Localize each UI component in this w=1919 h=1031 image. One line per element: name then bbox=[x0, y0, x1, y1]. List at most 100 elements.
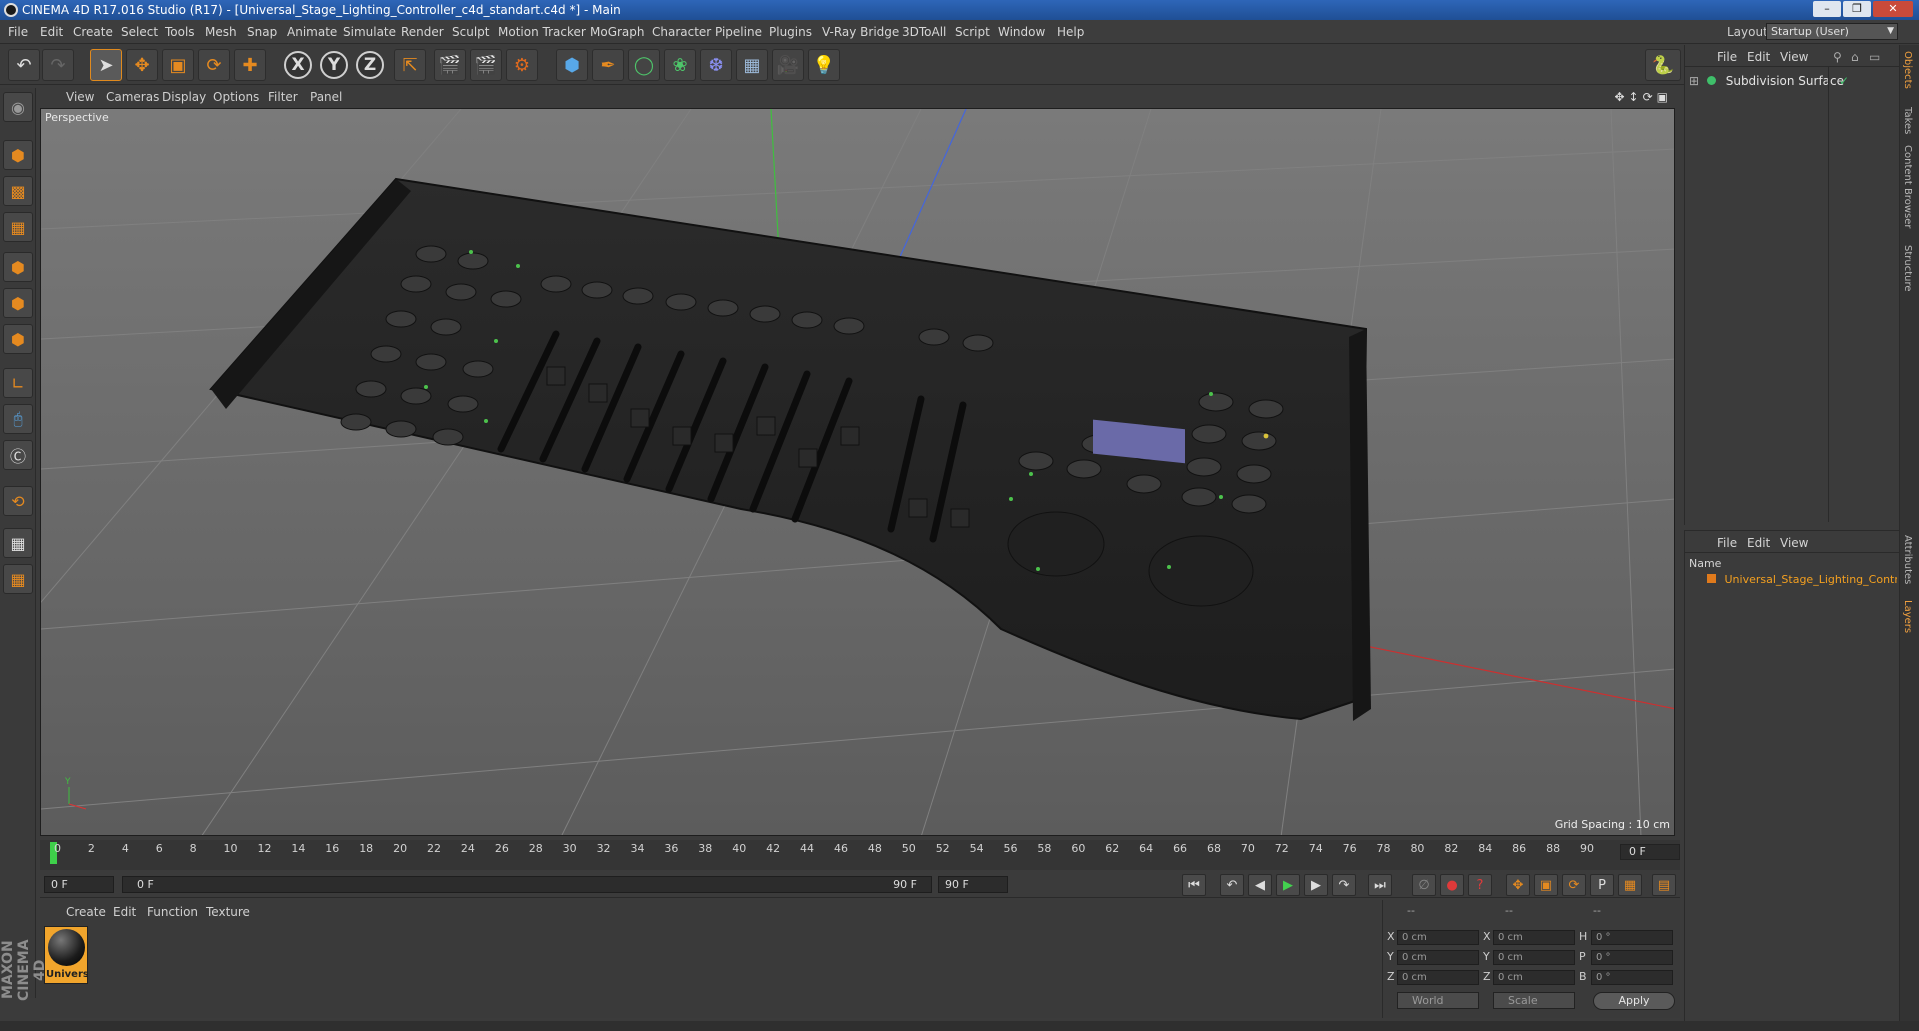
axis-mode-icon[interactable]: ∟ bbox=[3, 368, 33, 398]
move-tool-icon[interactable]: ✥ bbox=[126, 49, 158, 81]
select-tool-icon[interactable]: ➤ bbox=[90, 49, 122, 81]
coord-rotation-p[interactable]: 0 ° bbox=[1591, 950, 1673, 965]
y-axis-lock-icon[interactable]: Y bbox=[320, 51, 348, 79]
menu-select[interactable]: Select bbox=[121, 25, 158, 39]
magnet-icon[interactable]: ⟲ bbox=[3, 486, 33, 516]
coord-size-x[interactable]: 0 cm bbox=[1493, 930, 1575, 945]
subdivision-generator-icon[interactable]: ◯ bbox=[628, 49, 660, 81]
redo-icon[interactable]: ↷ bbox=[42, 49, 74, 81]
timeline-settings-icon[interactable]: ▤ bbox=[1652, 874, 1676, 896]
visibility-check-icon[interactable]: ✓ bbox=[1839, 74, 1849, 88]
menu-animate[interactable]: Animate bbox=[287, 25, 337, 39]
next-frame-icon[interactable]: ▶ bbox=[1304, 874, 1328, 896]
object-menu-view[interactable]: View bbox=[1780, 50, 1808, 64]
layer-row[interactable]: Universal_Stage_Lighting_Controller bbox=[1689, 573, 1897, 589]
coord-rotation-h[interactable]: 0 ° bbox=[1591, 930, 1673, 945]
tab-objects[interactable]: Objects bbox=[1902, 51, 1913, 89]
menu-motion-tracker[interactable]: Motion Tracker bbox=[498, 25, 586, 39]
menu-help[interactable]: Help bbox=[1057, 25, 1084, 39]
coord-position-z[interactable]: 0 cm bbox=[1397, 970, 1479, 985]
points-mode-icon[interactable]: ⬢ bbox=[3, 252, 33, 282]
go-to-start-icon[interactable]: ⏮ bbox=[1182, 874, 1206, 896]
rotate-tool-icon[interactable]: ⟳ bbox=[198, 49, 230, 81]
menu-window[interactable]: Window bbox=[998, 25, 1045, 39]
timeline-ruler[interactable]: 0 2 4 6 8 10 12 14 16 18 20 22 24 26 28 30 32 34 36 38 40 42 4… bbox=[40, 840, 1680, 870]
tab-layers[interactable]: Layers bbox=[1902, 600, 1913, 633]
new-view-icon[interactable]: ▭ bbox=[1869, 50, 1880, 64]
menu-tools[interactable]: Tools bbox=[165, 25, 195, 39]
object-menu-edit[interactable]: Edit bbox=[1747, 50, 1770, 64]
menu-create[interactable]: Create bbox=[73, 25, 113, 39]
menu-snap[interactable]: Snap bbox=[247, 25, 277, 39]
motion-path-icon[interactable]: ∅ bbox=[1412, 874, 1436, 896]
maximize-button[interactable]: ❐ bbox=[1843, 1, 1871, 17]
material-menu-edit[interactable]: Edit bbox=[113, 905, 136, 919]
next-key-icon[interactable]: ↷ bbox=[1332, 874, 1356, 896]
home-icon[interactable]: ⌂ bbox=[1851, 50, 1859, 64]
material-menu-create[interactable]: Create bbox=[66, 905, 106, 919]
coord-position-x[interactable]: 0 cm bbox=[1397, 930, 1479, 945]
previous-key-icon[interactable]: ↶ bbox=[1220, 874, 1244, 896]
mograph-cloner-icon[interactable]: ❀ bbox=[664, 49, 696, 81]
viewport-menu-panel[interactable]: Panel bbox=[310, 90, 342, 104]
material-menu-texture[interactable]: Texture bbox=[206, 905, 250, 919]
spline-pen-icon[interactable]: ✒ bbox=[592, 49, 624, 81]
tweak-mode-icon[interactable]: 🖰 bbox=[3, 404, 33, 434]
tab-takes[interactable]: Takes bbox=[1902, 107, 1913, 134]
key-scale-icon[interactable]: ▣ bbox=[1534, 874, 1558, 896]
render-settings-icon[interactable]: ⚙ bbox=[506, 49, 538, 81]
x-axis-lock-icon[interactable]: X bbox=[284, 51, 312, 79]
layer-menu-edit[interactable]: Edit bbox=[1747, 536, 1770, 550]
key-parameter-icon[interactable]: P bbox=[1590, 874, 1614, 896]
record-icon[interactable]: ● bbox=[1440, 874, 1464, 896]
menu-character[interactable]: Character bbox=[652, 25, 711, 39]
viewport-navigation-icons[interactable]: ✥↕⟳▣ bbox=[1614, 90, 1672, 104]
start-frame-field[interactable]: 0 F bbox=[44, 876, 114, 893]
coord-size-z[interactable]: 0 cm bbox=[1493, 970, 1575, 985]
light-icon[interactable]: 💡 bbox=[808, 49, 840, 81]
key-position-icon[interactable]: ✥ bbox=[1506, 874, 1530, 896]
tab-structure[interactable]: Structure bbox=[1902, 245, 1913, 292]
world-dropdown[interactable]: World bbox=[1397, 992, 1479, 1009]
live-selection-icon[interactable]: ✚ bbox=[234, 49, 266, 81]
object-menu-file[interactable]: File bbox=[1717, 50, 1737, 64]
material-menu-function[interactable]: Function bbox=[147, 905, 198, 919]
make-editable-icon[interactable]: ◉ bbox=[3, 92, 33, 122]
perspective-viewport[interactable]: Y Perspective Grid Spacing : 10 cm bbox=[40, 108, 1675, 836]
scale-dropdown[interactable]: Scale bbox=[1493, 992, 1575, 1009]
lock-workplane-icon[interactable]: ▦ bbox=[3, 528, 33, 558]
close-button[interactable]: ✕ bbox=[1873, 1, 1913, 17]
workplane-mode-icon[interactable]: ▦ bbox=[3, 212, 33, 242]
object-row-subdivision-surface[interactable]: ⊞ Subdivision Surface ✓ bbox=[1689, 74, 1894, 90]
cube-primitive-icon[interactable]: ⬢ bbox=[556, 49, 588, 81]
expand-icon[interactable]: ⊞ bbox=[1689, 74, 1699, 88]
apply-button[interactable]: Apply bbox=[1593, 992, 1675, 1010]
floor-scene-icon[interactable]: ▦ bbox=[736, 49, 768, 81]
coord-size-y[interactable]: 0 cm bbox=[1493, 950, 1575, 965]
camera-icon[interactable]: 🎥 bbox=[772, 49, 804, 81]
render-picture-viewer-icon[interactable]: 🎬 bbox=[470, 49, 502, 81]
layout-dropdown[interactable]: Startup (User) ▼ bbox=[1766, 23, 1898, 40]
snapping-icon[interactable]: Ⓒ bbox=[3, 440, 33, 470]
menu-sculpt[interactable]: Sculpt bbox=[452, 25, 489, 39]
viewport-menu-cameras[interactable]: Cameras bbox=[106, 90, 159, 104]
frame-range-slider[interactable]: 0 F 90 F bbox=[122, 876, 932, 893]
key-pla-icon[interactable]: ▦ bbox=[1618, 874, 1642, 896]
menu-mesh[interactable]: Mesh bbox=[205, 25, 237, 39]
menu-3dtoall[interactable]: 3DToAll bbox=[902, 25, 946, 39]
menu-vray-bridge[interactable]: V-Ray Bridge bbox=[822, 25, 899, 39]
autokey-icon[interactable]: ? bbox=[1468, 874, 1492, 896]
planar-workplane-icon[interactable]: ▦ bbox=[3, 564, 33, 594]
viewport-menu-view[interactable]: View bbox=[66, 90, 94, 104]
model-mode-icon[interactable]: ⬢ bbox=[3, 140, 33, 170]
menu-mograph[interactable]: MoGraph bbox=[590, 25, 645, 39]
layer-menu-view[interactable]: View bbox=[1780, 536, 1808, 550]
minimize-button[interactable]: – bbox=[1813, 1, 1841, 17]
undo-icon[interactable]: ↶ bbox=[8, 49, 40, 81]
menu-script[interactable]: Script bbox=[955, 25, 990, 39]
python-script-icon[interactable]: 🐍 bbox=[1645, 49, 1681, 81]
tab-content-browser[interactable]: Content Browser bbox=[1902, 145, 1913, 228]
previous-frame-icon[interactable]: ◀ bbox=[1248, 874, 1272, 896]
menu-plugins[interactable]: Plugins bbox=[769, 25, 812, 39]
menu-render[interactable]: Render bbox=[401, 25, 444, 39]
